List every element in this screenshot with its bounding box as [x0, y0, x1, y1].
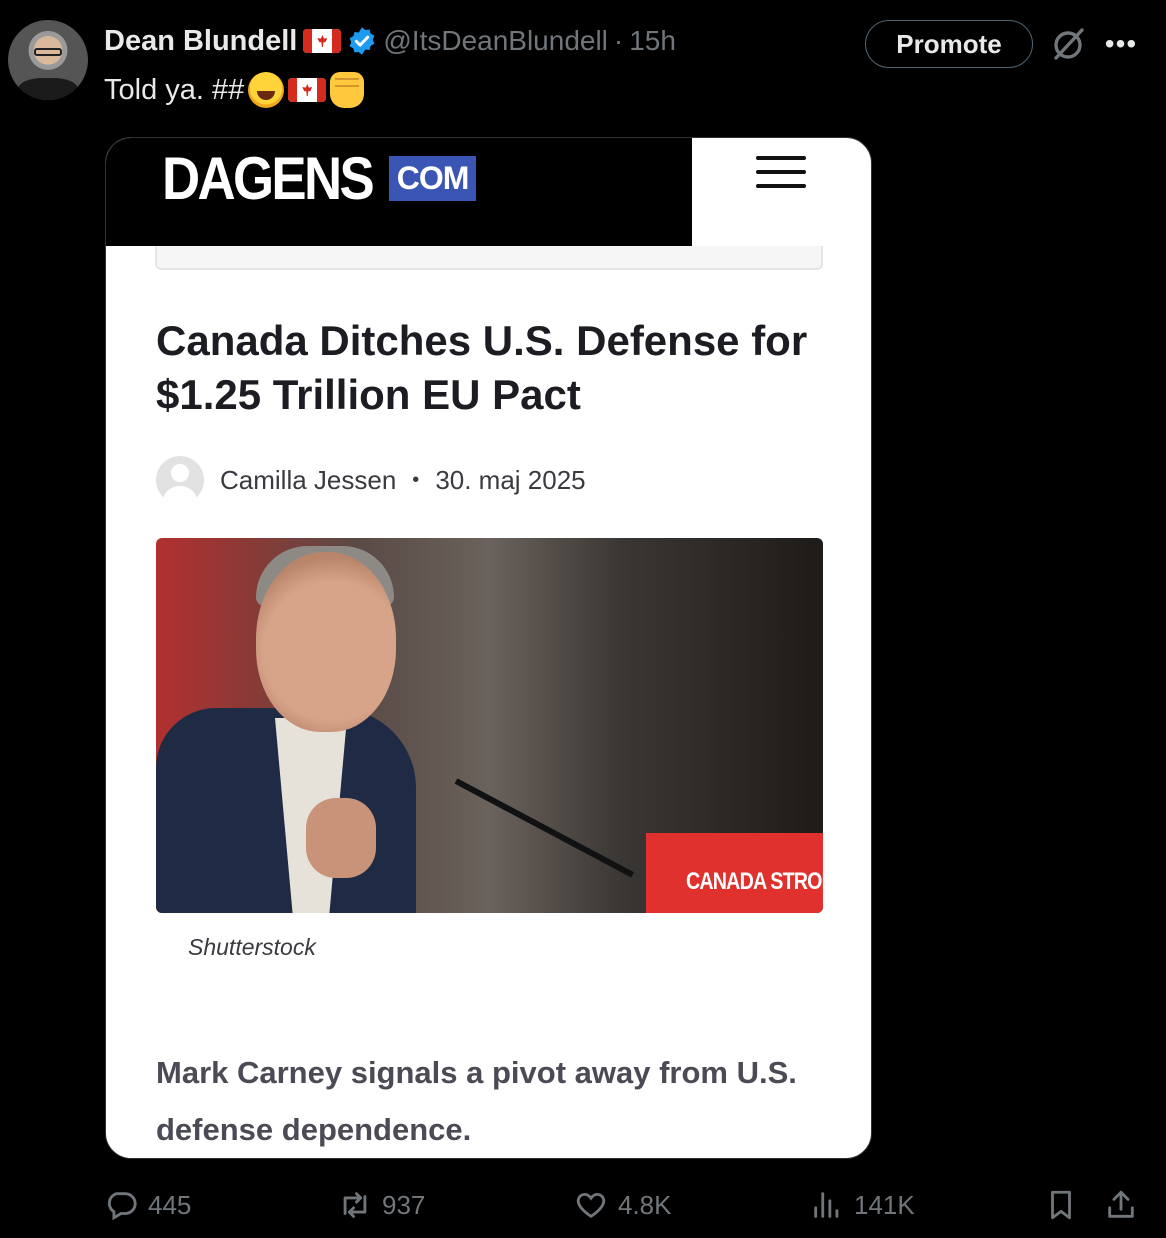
search-strip	[155, 246, 823, 270]
media-card[interactable]: DAGENS COM Canada Ditches U.S. Defense f…	[105, 137, 872, 1159]
logo-badge: COM	[388, 156, 477, 201]
logo-wordmark: DAGENS	[162, 145, 375, 212]
repost-button[interactable]: 937	[338, 1182, 425, 1228]
article-date: 30. maj 2025	[435, 464, 586, 495]
hamburger-menu-icon	[756, 156, 806, 192]
user-handle[interactable]: @ItsDeanBlundell	[383, 25, 608, 57]
timestamp[interactable]: 15h	[629, 25, 676, 57]
promote-button[interactable]: Promote	[865, 20, 1033, 68]
grok-icon[interactable]	[1048, 24, 1088, 64]
avatar-glasses	[34, 48, 62, 56]
share-button[interactable]	[1104, 1182, 1138, 1228]
repost-icon	[343, 1192, 367, 1218]
bookmark-icon	[1051, 1190, 1071, 1220]
header-separator: ·	[613, 25, 624, 56]
views-button[interactable]: 141K	[810, 1182, 915, 1228]
tweet-text-content: Told ya. ##	[104, 73, 245, 106]
reply-button[interactable]: 445	[104, 1182, 191, 1228]
raised-fist-emoji-icon	[330, 72, 365, 108]
photo-credit: Shutterstock	[188, 934, 316, 960]
repost-count: 937	[382, 1189, 426, 1220]
canada-flag-icon	[303, 29, 342, 53]
site-header: DAGENS COM	[106, 138, 692, 246]
photo-fist	[306, 798, 376, 878]
photo-sign-text: CANADA STRONG	[686, 868, 823, 895]
display-name[interactable]: Dean Blundell	[104, 25, 297, 58]
photo-head	[256, 552, 396, 732]
site-logo: DAGENS COM	[162, 144, 477, 213]
bookmark-button[interactable]	[1044, 1182, 1078, 1228]
views-icon	[814, 1192, 839, 1218]
author-separator: •	[412, 468, 420, 491]
tweet-text: Told ya. ##	[104, 72, 365, 108]
author-name: Camilla Jessen	[220, 464, 397, 495]
avatar-shirt	[18, 78, 78, 100]
laughing-emoji-icon	[248, 72, 285, 108]
reply-count: 445	[148, 1189, 192, 1220]
like-icon	[576, 1192, 606, 1218]
more-icon[interactable]: •••	[1104, 30, 1138, 58]
avatar[interactable]	[8, 20, 88, 100]
like-count: 4.8K	[618, 1189, 672, 1220]
action-bar: 445 937 4.8K 141K	[104, 1182, 1144, 1228]
verified-badge-icon[interactable]	[347, 26, 377, 56]
author-avatar	[156, 456, 204, 504]
reply-icon	[107, 1192, 137, 1221]
article-headline: Canada Ditches U.S. Defense for $1.25 Tr…	[156, 317, 808, 418]
photo-microphone	[454, 778, 634, 878]
tweet-header: Dean Blundell @ItsDeanBlundell · 15h	[104, 22, 676, 60]
article-lede: Mark Carney signals a pivot away from U.…	[156, 1055, 797, 1147]
canada-flag-emoji-icon	[288, 78, 327, 102]
like-button[interactable]: 4.8K	[574, 1182, 672, 1228]
article-photo: CANADA STRONG	[156, 538, 823, 913]
author-row: Camilla Jessen • 30. maj 2025	[156, 456, 586, 504]
share-icon	[1108, 1190, 1134, 1218]
views-count: 141K	[854, 1189, 915, 1220]
